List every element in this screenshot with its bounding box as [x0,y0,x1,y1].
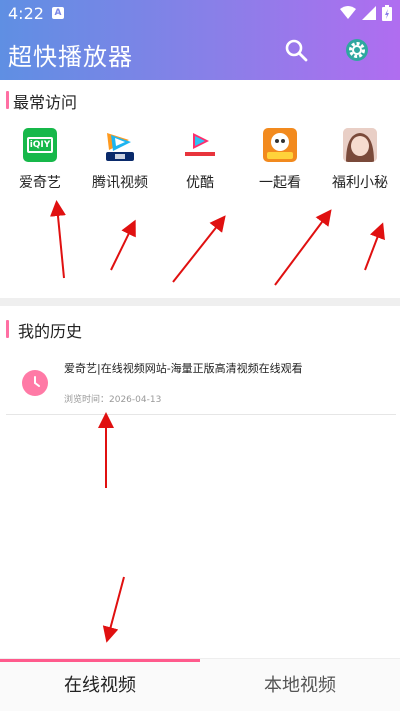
history-item-date: 浏览时间：2026-04-13 [64,395,162,405]
iqiyi-icon: iQIY [23,128,57,162]
tab-local-video[interactable]: 本地视频 [200,659,400,711]
shortcut-label: 腾讯视频 [92,175,148,191]
signal-icon [362,6,376,20]
wifi-icon [340,6,356,19]
shortcut-label: 福利小秘 [332,175,388,191]
clock-icon [22,370,48,396]
history-section-header: 我的历史 [0,318,400,341]
frequent-title: 最常访问 [13,93,78,112]
annotation-arrow [364,222,385,271]
annotation-arrow [274,209,332,286]
shortcut-together[interactable]: 一起看 [242,128,318,192]
tencent-video-icon [103,128,137,162]
annotation-arrow [172,215,226,283]
avatar-icon [343,128,377,162]
notification-icon: A [52,7,64,19]
battery-icon [382,5,392,21]
bottom-nav: 在线视频 本地视频 [0,658,400,711]
settings-icon[interactable] [345,38,369,62]
shortcut-fuli[interactable]: 福利小秘 [322,128,398,192]
shortcut-iqiyi[interactable]: iQIY 爱奇艺 [2,128,78,192]
app-title: 超快播放器 [8,43,133,71]
history-item[interactable]: 爱奇艺|在线视频网站-海量正版高清视频在线观看 浏览时间：2026-04-13 [0,352,400,416]
app-header: 4:22 A 超快播放器 [0,0,400,80]
section-accent-bar [6,91,9,109]
annotation-arrow [50,200,66,279]
status-icons [340,5,392,21]
annotation-arrow [110,219,136,271]
section-divider [0,298,400,306]
tab-online-video[interactable]: 在线视频 [0,659,200,711]
shortcut-youku[interactable]: 优酷 [162,128,238,192]
status-bar: 4:22 A [0,0,400,26]
history-separator [6,414,396,415]
history-title: 我的历史 [18,322,83,341]
section-accent-bar [6,320,9,338]
shortcut-label: 爱奇艺 [19,175,61,191]
shortcut-label: 优酷 [186,175,214,191]
history-item-title: 爱奇艺|在线视频网站-海量正版高清视频在线观看 [64,362,303,375]
shortcut-tencent-video[interactable]: 腾讯视频 [82,128,158,192]
search-icon[interactable] [284,38,308,62]
status-time: 4:22 [8,4,44,23]
annotation-arrow [102,576,125,643]
youku-icon [183,128,217,162]
shortcut-label: 一起看 [259,175,301,191]
frequent-section-header: 最常访问 [0,89,400,112]
douyu-icon [263,128,297,162]
